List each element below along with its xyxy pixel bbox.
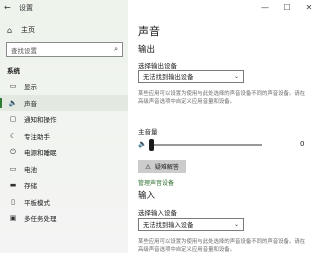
output-heading: 输出 xyxy=(138,45,156,55)
sidebar-item-battery[interactable]: ▭ 电池 xyxy=(0,161,128,178)
volume-row: 🔈 0 xyxy=(138,139,318,151)
troubleshoot-label: 疑难解答 xyxy=(154,164,179,171)
sidebar-item-tablet[interactable]: ▯ 平板模式 xyxy=(0,194,128,211)
manage-sound-devices-link[interactable]: 管理声音设备 xyxy=(138,178,174,187)
search-placeholder: 查找设置 xyxy=(11,46,37,55)
volume-value: 0 xyxy=(300,140,305,148)
output-device-value: 无法找到输出设备 xyxy=(143,74,194,81)
input-device-select[interactable]: 无法找到输入设备 ⌄ xyxy=(138,218,244,231)
main-content: 声音 输出 选择输出设备 无法找到输出设备 ⌄ 某些应用可以设置为使用与此处选择… xyxy=(128,15,320,253)
sidebar-item-label: 显示 xyxy=(24,83,37,92)
sidebar-item-monitor[interactable]: ▭ 显示 xyxy=(0,78,128,95)
speaker-mute-icon[interactable]: 🔈 xyxy=(138,140,147,148)
multitask-icon: ▣ xyxy=(9,214,17,223)
sidebar-item-power[interactable]: ⏻ 电源和睡眠 xyxy=(0,144,128,161)
power-icon: ⏻ xyxy=(10,147,16,156)
maximize-button[interactable]: ☐ xyxy=(276,0,298,15)
sidebar-item-label: 多任务处理 xyxy=(24,215,57,224)
sidebar-item-label: 通知和操作 xyxy=(24,116,57,125)
search-icon: ⌕ xyxy=(114,45,118,53)
warning-icon: ⚠ xyxy=(145,162,151,171)
input-description: 某些应用可以设置为使用与此处选择的声音设备不同的声音设备。请在高级声音选项中自定… xyxy=(138,239,306,253)
sidebar-item-label: 主页 xyxy=(21,26,35,34)
title-bar-left: ← 设置 xyxy=(0,0,128,15)
sidebar-item-speaker[interactable]: 🔈 声音 xyxy=(0,94,128,111)
input-select-label: 选择输入设备 xyxy=(138,209,177,217)
sidebar-item-label: 电源和睡眠 xyxy=(24,149,57,158)
page-title: 声音 xyxy=(138,25,160,38)
notification-icon: ▢ xyxy=(9,115,17,124)
close-button[interactable]: ✕ xyxy=(298,0,320,15)
input-heading: 输入 xyxy=(138,191,156,201)
home-icon: ⌂ xyxy=(7,25,13,35)
tablet-icon: ▯ xyxy=(11,197,15,206)
minimize-button[interactable]: — xyxy=(254,0,276,15)
window-title: 设置 xyxy=(19,3,33,12)
battery-icon: ▭ xyxy=(9,164,17,173)
volume-slider-thumb[interactable] xyxy=(149,139,154,151)
volume-track[interactable] xyxy=(152,144,262,146)
search-input[interactable]: 查找设置 ⌕ xyxy=(6,42,123,57)
sidebar-item-label: 声音 xyxy=(24,99,37,108)
sidebar-item-notification[interactable]: ▢ 通知和操作 xyxy=(0,111,128,128)
sidebar-nav: ▭ 显示 🔈 声音 ▢ 通知和操作 ☾ 专注助手 ⏻ 电源和睡眠 ▭ 电池 ▬ 存储 ▯ 平板模式 ▣ 多任务处理 xyxy=(0,78,128,227)
monitor-icon: ▭ xyxy=(9,82,17,91)
chevron-down-icon: ⌄ xyxy=(233,73,239,80)
output-select-label: 选择输出设备 xyxy=(138,62,177,70)
sidebar: ⌂ 主页 查找设置 ⌕ 系统 ▭ 显示 🔈 声音 ▢ 通知和操作 ☾ 专注助手 ⏻ 电源和睡眠 ▭ 电… xyxy=(0,15,128,253)
title-bar: ← 设置 — ☐ ✕ xyxy=(0,0,320,15)
sidebar-item-label: 专注助手 xyxy=(24,132,50,141)
output-device-select[interactable]: 无法找到输出设备 ⌄ xyxy=(138,70,244,83)
volume-label: 主音量 xyxy=(138,128,158,136)
moon-icon: ☾ xyxy=(9,131,17,140)
sidebar-item-storage[interactable]: ▬ 存储 xyxy=(0,177,128,194)
chevron-down-icon: ⌄ xyxy=(233,221,239,228)
window-controls: — ☐ ✕ xyxy=(128,0,320,15)
sidebar-item-label: 电池 xyxy=(24,165,37,174)
speaker-icon: 🔈 xyxy=(8,98,18,107)
back-arrow-icon[interactable]: ← xyxy=(4,3,16,12)
sidebar-item-multitask[interactable]: ▣ 多任务处理 xyxy=(0,210,128,227)
input-device-value: 无法找到输入设备 xyxy=(143,222,194,229)
sidebar-item-label: 平板模式 xyxy=(24,198,50,207)
output-description: 某些应用可以设置为使用与此处选择的声音设备不同的声音设备。请在高级声音选项中自定… xyxy=(138,91,306,105)
sidebar-item-home[interactable]: ⌂ 主页 xyxy=(0,22,128,38)
sidebar-section-label: 系统 xyxy=(7,67,20,75)
sidebar-item-label: 存储 xyxy=(24,182,37,191)
storage-icon: ▬ xyxy=(9,181,17,190)
sidebar-item-moon[interactable]: ☾ 专注助手 xyxy=(0,128,128,145)
troubleshoot-button[interactable]: ⚠ 疑难解答 xyxy=(138,160,186,173)
